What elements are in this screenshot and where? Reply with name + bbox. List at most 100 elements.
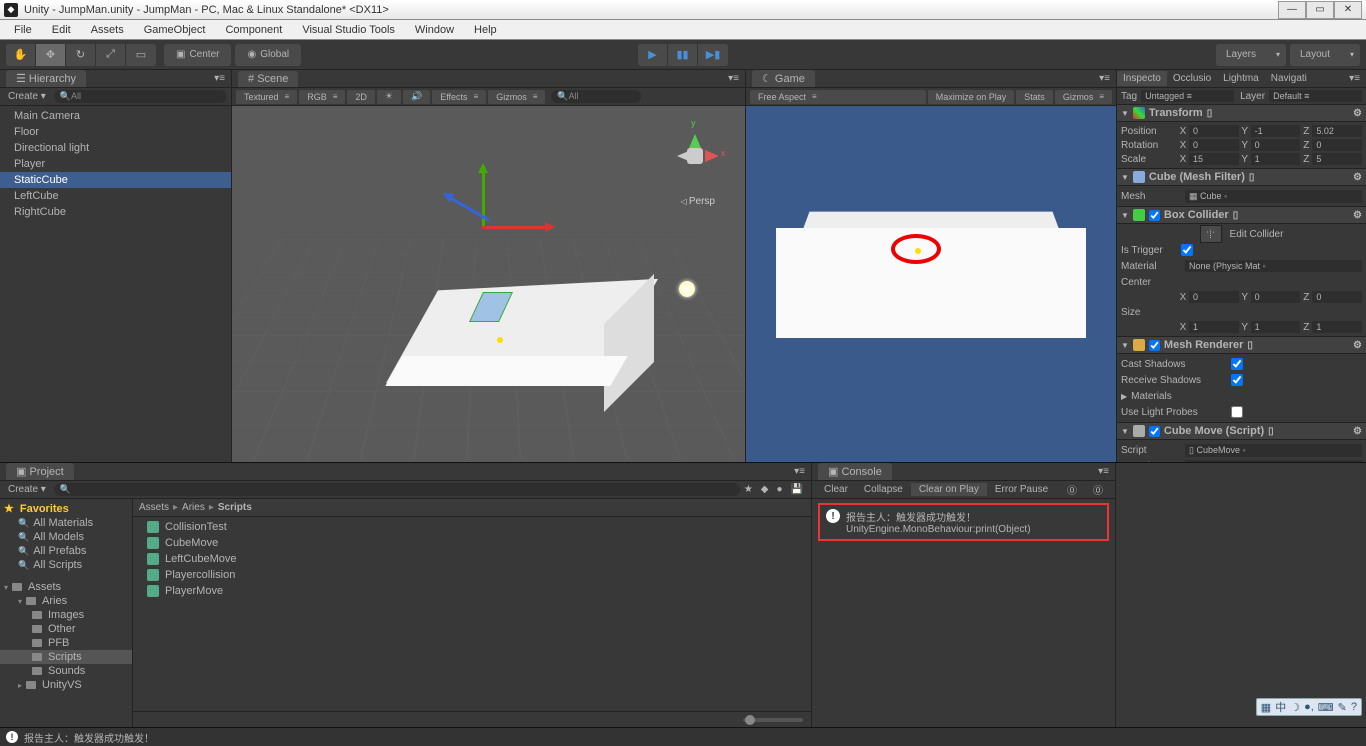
folder-item[interactable]: Aries [0, 594, 132, 608]
filter-icon[interactable]: ★ [740, 484, 757, 495]
rotation-y-field[interactable]: 0 [1251, 139, 1301, 151]
game-tab[interactable]: ☾ Game [752, 70, 815, 87]
rotation-x-field[interactable]: 0 [1189, 139, 1239, 151]
menu-component[interactable]: Component [215, 22, 292, 38]
favorites-header[interactable]: Favorites [0, 501, 132, 516]
help-icon[interactable]: ▯ [1268, 426, 1274, 437]
layers-dropdown[interactable]: Layers [1216, 44, 1286, 66]
game-stats-toggle[interactable]: Stats [1016, 90, 1053, 104]
filter-icon[interactable]: ● [773, 484, 787, 495]
breadcrumb-item[interactable]: Aries [182, 502, 205, 513]
hierarchy-item-selected[interactable]: StaticCube [0, 172, 231, 188]
file-item[interactable]: PlayerMove [133, 583, 811, 599]
favorite-item[interactable]: All Prefabs [0, 544, 132, 558]
cube-move-script-header[interactable]: ▼ Cube Move (Script) ▯ ⚙ [1117, 422, 1366, 440]
game-options-icon[interactable]: ▾≡ [1099, 73, 1110, 84]
mesh-filter-header[interactable]: ▼ Cube (Mesh Filter) ▯ ⚙ [1117, 168, 1366, 186]
receive-shadows-checkbox[interactable] [1231, 374, 1243, 386]
help-icon[interactable]: ▯ [1233, 210, 1239, 221]
console-message-highlighted[interactable]: ! 报告主人：触发器成功触发！ UnityEngine.MonoBehaviou… [818, 503, 1109, 541]
save-search-icon[interactable]: 💾 [787, 484, 807, 495]
scene-search-input[interactable]: 🔍All [551, 90, 641, 103]
menu-window[interactable]: Window [405, 22, 464, 38]
size-x-field[interactable]: 1 [1189, 321, 1239, 333]
help-icon[interactable]: ▯ [1247, 340, 1253, 351]
size-y-field[interactable]: 1 [1251, 321, 1301, 333]
console-options-icon[interactable]: ▾≡ [1098, 466, 1109, 477]
hand-tool[interactable]: ✋ [6, 44, 36, 66]
favorite-item[interactable]: All Models [0, 530, 132, 544]
gear-icon[interactable]: ⚙ [1353, 172, 1362, 183]
hierarchy-item[interactable]: Main Camera [0, 108, 231, 124]
cast-shadows-checkbox[interactable] [1231, 358, 1243, 370]
console-tab[interactable]: ▣ Console [818, 463, 892, 480]
menu-gameobject[interactable]: GameObject [134, 22, 216, 38]
navigation-tab[interactable]: Navigati [1265, 71, 1313, 86]
gear-icon[interactable]: ⚙ [1353, 108, 1362, 119]
scene-viewport[interactable]: y x ◁ Persp [232, 106, 745, 462]
move-tool[interactable]: ✥ [36, 44, 66, 66]
scene-audio-toggle[interactable]: 🔊 [403, 90, 430, 104]
clear-button[interactable]: Clear [816, 483, 856, 496]
folder-item[interactable]: PFB [0, 636, 132, 650]
is-trigger-checkbox[interactable] [1181, 244, 1193, 256]
rect-tool[interactable]: ▭ [126, 44, 156, 66]
scene-gizmos-dropdown[interactable]: Gizmos [488, 90, 545, 104]
hierarchy-tab[interactable]: ☰ Hierarchy [6, 70, 86, 87]
favorite-item[interactable]: All Scripts [0, 558, 132, 572]
inspector-options-icon[interactable]: ▾≡ [1343, 71, 1366, 86]
center-z-field[interactable]: 0 [1312, 291, 1362, 303]
center-y-field[interactable]: 0 [1251, 291, 1301, 303]
hierarchy-create-button[interactable]: Create ▾ [4, 91, 50, 102]
gear-icon[interactable]: ⚙ [1353, 210, 1362, 221]
gear-icon[interactable]: ⚙ [1353, 426, 1362, 437]
layer-dropdown[interactable]: Default ≡ [1269, 90, 1362, 102]
favorite-item[interactable]: All Materials [0, 516, 132, 530]
game-maximize-toggle[interactable]: Maximize on Play [928, 90, 1015, 104]
hierarchy-item[interactable]: LeftCube [0, 188, 231, 204]
mesh-field[interactable]: ▦ Cube ◦ [1185, 190, 1362, 203]
ime-button[interactable]: ⌨ [1318, 701, 1334, 714]
folder-item[interactable]: Sounds [0, 664, 132, 678]
rotate-tool[interactable]: ↻ [66, 44, 96, 66]
ime-button[interactable]: ? [1351, 701, 1357, 713]
scene-effects-dropdown[interactable]: Effects [432, 90, 486, 104]
transform-component-header[interactable]: ▼ Transform ▯ ⚙ [1117, 104, 1366, 122]
scene-options-icon[interactable]: ▾≡ [728, 73, 739, 84]
lightmap-tab[interactable]: Lightma [1217, 71, 1265, 86]
position-y-field[interactable]: -1 [1251, 125, 1301, 137]
scene-render-dropdown[interactable]: RGB [299, 90, 345, 104]
size-z-field[interactable]: 1 [1312, 321, 1362, 333]
project-create-button[interactable]: Create ▾ [4, 484, 50, 495]
play-button[interactable]: ▶ [638, 44, 668, 66]
script-enable-checkbox[interactable] [1149, 426, 1160, 437]
file-item[interactable]: Playercollision [133, 567, 811, 583]
assets-folder[interactable]: Assets [0, 580, 132, 594]
scene-2d-toggle[interactable]: 2D [347, 90, 375, 104]
rotation-z-field[interactable]: 0 [1312, 139, 1362, 151]
breadcrumb-item[interactable]: Assets [139, 502, 169, 513]
close-button[interactable]: ✕ [1334, 1, 1362, 19]
thumbnail-size-slider[interactable] [743, 718, 803, 722]
tag-dropdown[interactable]: Untagged ≡ [1141, 90, 1234, 102]
project-options-icon[interactable]: ▾≡ [794, 466, 805, 477]
position-z-field[interactable]: 5.02 [1312, 125, 1362, 137]
folder-item[interactable]: UnityVS [0, 678, 132, 692]
clear-on-play-button[interactable]: Clear on Play [911, 483, 987, 496]
folder-item[interactable]: Images [0, 608, 132, 622]
hierarchy-item[interactable]: Player [0, 156, 231, 172]
filter-icon[interactable]: ◆ [757, 484, 773, 495]
hierarchy-search-input[interactable]: 🔍All [54, 90, 227, 103]
menu-vstools[interactable]: Visual Studio Tools [292, 22, 405, 38]
center-x-field[interactable]: 0 [1189, 291, 1239, 303]
layout-dropdown[interactable]: Layout [1290, 44, 1360, 66]
ime-button[interactable]: ☽ [1290, 701, 1300, 714]
gear-icon[interactable]: ⚙ [1353, 340, 1362, 351]
scene-tab[interactable]: # Scene [238, 71, 298, 87]
scene-persp-label[interactable]: ◁ Persp [681, 196, 716, 207]
warning-filter-icon[interactable]: ⓪ [1085, 481, 1111, 498]
menu-file[interactable]: File [4, 22, 42, 38]
scene-shading-dropdown[interactable]: Textured [236, 90, 297, 104]
pivot-center-button[interactable]: ▣Center [164, 44, 231, 66]
collapse-button[interactable]: Collapse [856, 483, 911, 496]
